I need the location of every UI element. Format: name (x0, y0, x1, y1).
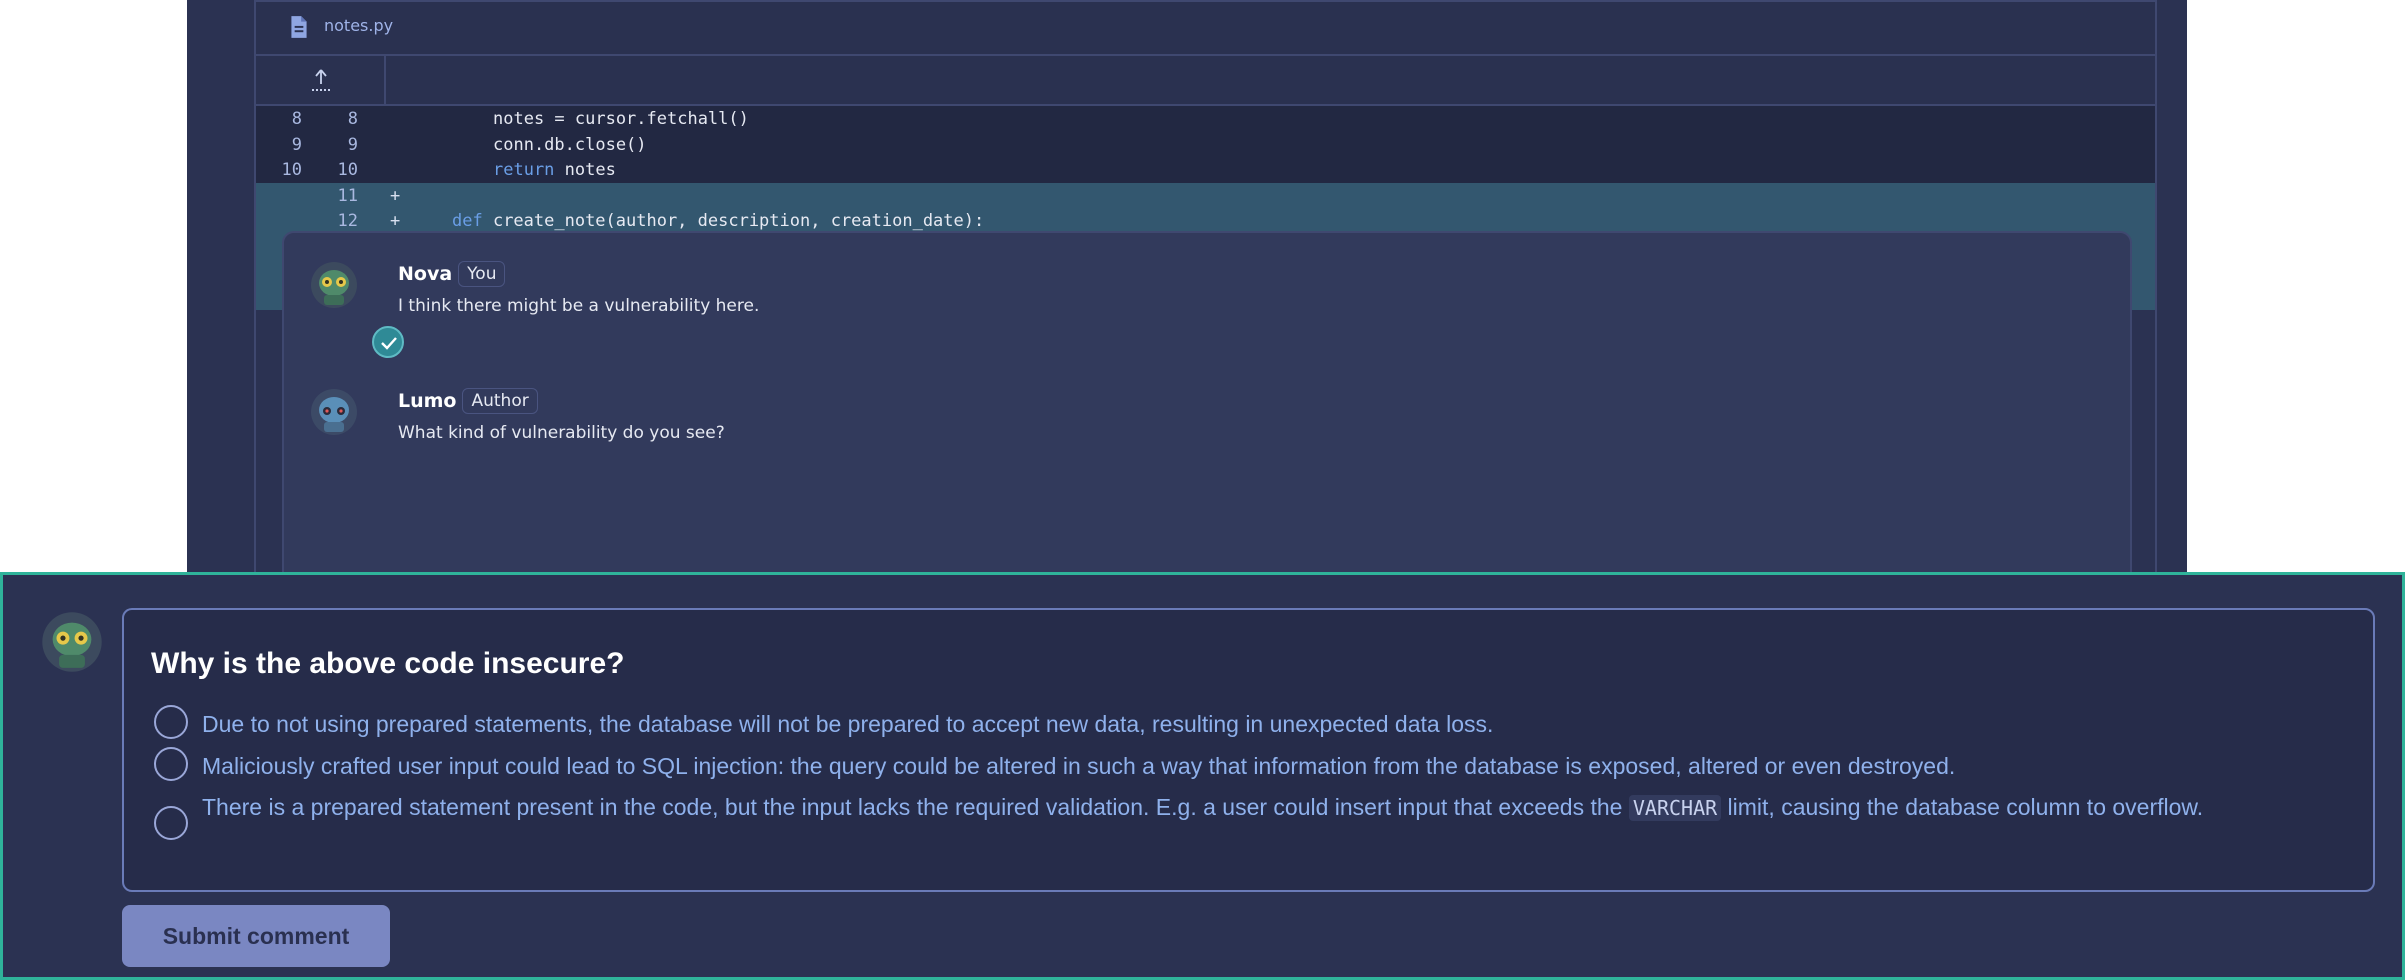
code-text: return notes (493, 160, 616, 180)
code-line: 9 9 conn.db.close() (256, 131, 2155, 157)
comment-text: I think there might be a vulnerability h… (398, 296, 760, 316)
diff-file-card: notes.py 8 8 notes = cursor.fetchall() 9 9 co… (254, 0, 2157, 591)
comment-author: Lumo (398, 390, 457, 412)
author-badge: You (458, 261, 506, 287)
code-line: 10 10 return notes (256, 157, 2155, 183)
old-line-number: 9 (291, 134, 302, 155)
author-badge: Author (462, 388, 538, 414)
new-line-number: 11 (337, 185, 358, 206)
expand-up-icon (312, 69, 330, 91)
expand-row (256, 56, 2155, 106)
check-icon (381, 337, 397, 350)
added-marker: + (390, 211, 401, 231)
new-line-number: 8 (347, 109, 358, 129)
new-line-number: 9 (347, 134, 358, 155)
answer-text: Due to not using prepared statements, th… (202, 711, 1494, 737)
question-card: Why is the above code insecure? Due to n… (122, 608, 2375, 892)
code-line: 8 8 notes = cursor.fetchall() (256, 106, 2155, 132)
code-text: def create_note(author, description, cre… (452, 211, 985, 231)
added-code-line: 12 + def create_note(author, description, … (256, 208, 2155, 234)
robot-avatar-green-icon (311, 262, 357, 308)
code-text: notes = cursor.fetchall() (493, 109, 749, 129)
old-line-number: 8 (291, 109, 302, 129)
code-text: conn.db.close() (493, 134, 647, 155)
old-line-number: 10 (281, 160, 302, 180)
answer-option[interactable]: Due to not using prepared statements, th… (154, 705, 2344, 741)
radio-button[interactable] (154, 806, 188, 840)
question-panel: Why is the above code insecure? Due to n… (0, 572, 2405, 980)
added-marker: + (390, 185, 401, 206)
inline-code: VARCHAR (1628, 795, 1722, 821)
robot-avatar-green-icon (42, 612, 102, 672)
file-header: notes.py (256, 0, 2155, 56)
comment-text: What kind of vulnerability do you see? (398, 423, 725, 443)
answer-text: Maliciously crafted user input could lea… (202, 753, 1956, 779)
comment-thread: Nova You I think there might be a vulnera… (282, 231, 2132, 591)
new-line-number: 10 (337, 160, 358, 180)
expand-button[interactable] (256, 56, 386, 104)
submit-comment-button[interactable]: Submit comment (122, 905, 390, 967)
question-title: Why is the above code insecure? (151, 647, 625, 680)
answer-option[interactable]: There is a prepared statement present in… (154, 788, 2344, 858)
robot-avatar-blue-icon (311, 389, 357, 435)
radio-button[interactable] (154, 705, 188, 739)
answer-option[interactable]: Maliciously crafted user input could lea… (154, 747, 2344, 783)
added-code-line: 11 + (256, 182, 2155, 208)
resolved-check-button[interactable] (372, 326, 404, 358)
radio-button[interactable] (154, 747, 188, 781)
comment-author: Nova (398, 263, 453, 285)
file-icon (291, 16, 307, 38)
new-line-number: 12 (337, 211, 358, 231)
file-name[interactable]: notes.py (324, 16, 393, 35)
answer-text: There is a prepared statement present in… (202, 794, 2204, 821)
